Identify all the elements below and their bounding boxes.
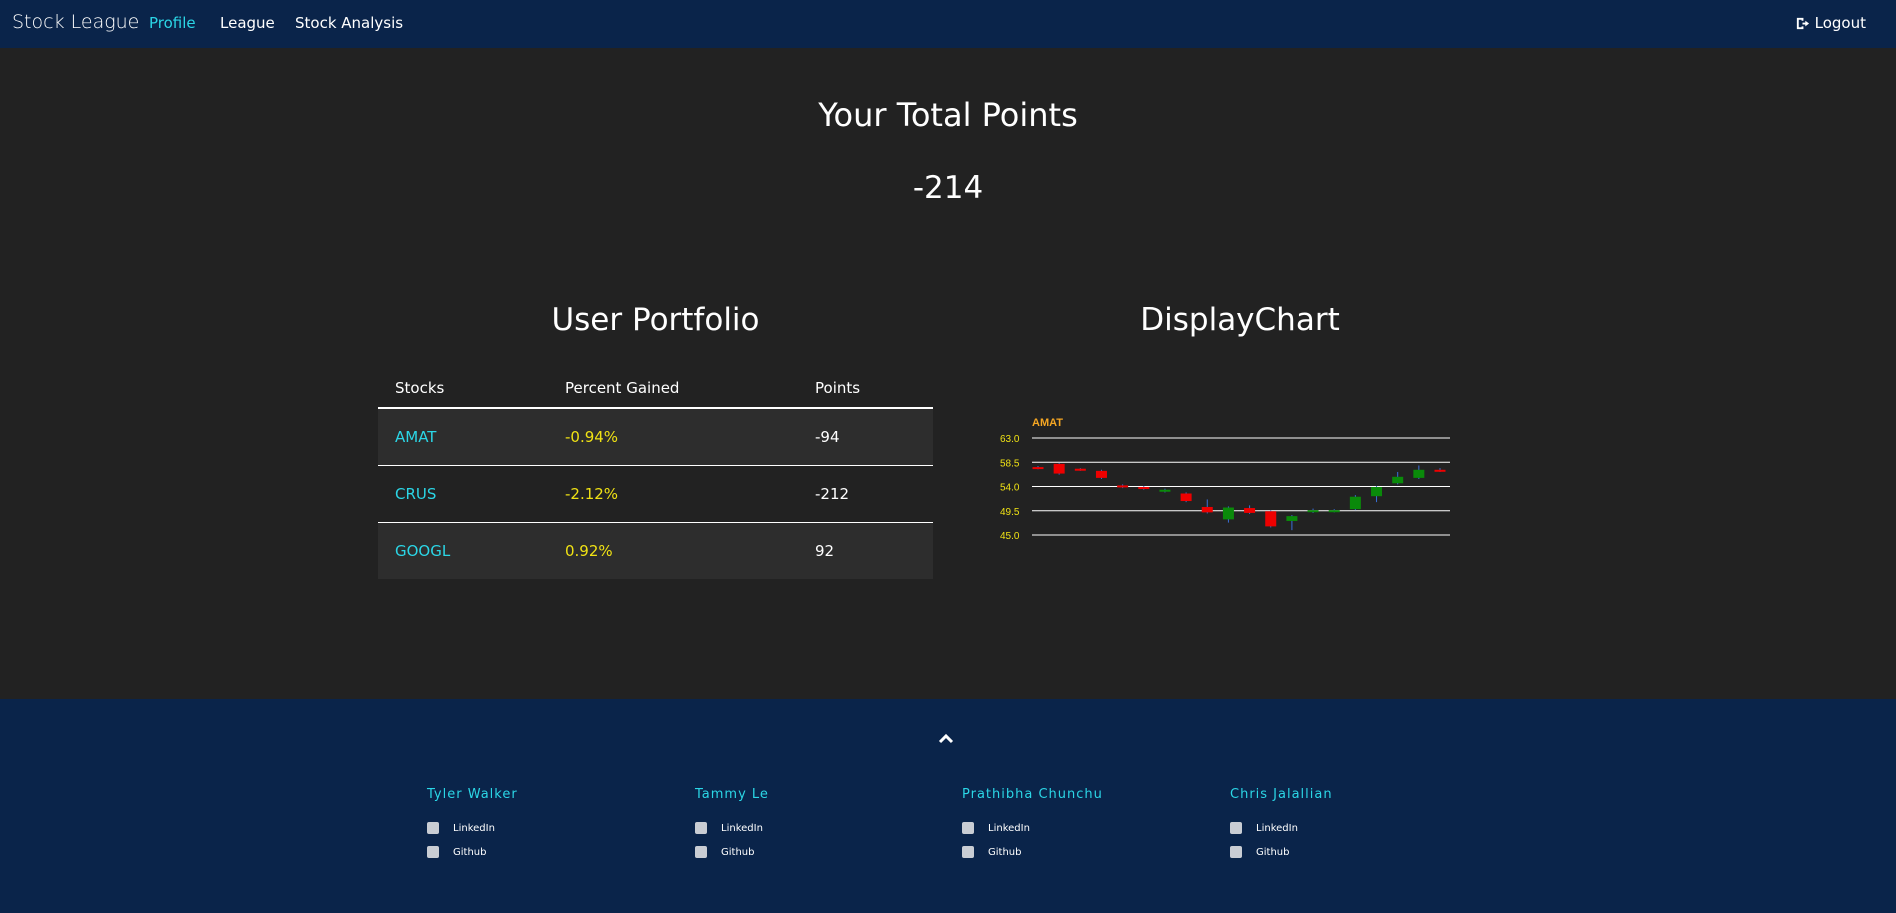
- chevron-up-icon[interactable]: [937, 731, 955, 745]
- github-link[interactable]: Github: [1230, 840, 1333, 864]
- candle-body: [1307, 510, 1319, 513]
- member-name: Prathibha Chunchu: [962, 787, 1103, 802]
- candle-body: [1371, 487, 1383, 497]
- linkedin-icon: [427, 822, 439, 834]
- team-member: Prathibha Chunchu LinkedIn Github: [962, 787, 1103, 864]
- stock-cell[interactable]: CRUS: [378, 464, 548, 522]
- y-tick-label: 54.0: [1000, 483, 1020, 494]
- candle-body: [1349, 496, 1361, 510]
- candle-body: [1138, 487, 1150, 490]
- table-row: CRUS -2.12% -212: [378, 464, 933, 522]
- member-name: Tammy Le: [695, 787, 769, 802]
- y-tick-label: 45.0: [1000, 531, 1020, 542]
- linkedin-link[interactable]: LinkedIn: [695, 816, 769, 840]
- stock-cell[interactable]: AMAT: [378, 407, 548, 465]
- chart-svg: AMAT 63.0 58.5 54.0 49.5 45.0: [1000, 417, 1450, 542]
- candle-body: [1328, 510, 1340, 513]
- linkedin-label: LinkedIn: [1256, 822, 1298, 834]
- member-name: Tyler Walker: [427, 787, 518, 802]
- github-label: Github: [453, 846, 487, 858]
- candle-body: [1286, 516, 1298, 521]
- candle-body: [1222, 507, 1234, 520]
- github-link[interactable]: Github: [427, 840, 518, 864]
- table-row: AMAT -0.94% -94: [378, 407, 933, 465]
- linkedin-label: LinkedIn: [988, 822, 1030, 834]
- linkedin-link[interactable]: LinkedIn: [962, 816, 1103, 840]
- team-member: Tammy Le LinkedIn Github: [695, 787, 769, 864]
- github-icon: [427, 846, 439, 858]
- sign-out-icon: [1796, 17, 1809, 29]
- points-cell: -212: [798, 464, 933, 522]
- footer: Tyler Walker LinkedIn Github Tammy Le Li…: [0, 699, 1896, 913]
- team-member: Chris Jalallian LinkedIn Github: [1230, 787, 1333, 864]
- github-label: Github: [721, 846, 755, 858]
- github-label: Github: [1256, 846, 1290, 858]
- candle-body: [1413, 469, 1425, 478]
- candle-body: [1053, 463, 1065, 474]
- portfolio-title: User Portfolio: [551, 302, 760, 338]
- candle-body: [1180, 493, 1192, 502]
- candle-body: [1434, 469, 1446, 472]
- team-member: Tyler Walker LinkedIn Github: [427, 787, 518, 864]
- header-points: Points: [798, 368, 933, 409]
- logout-label: Logout: [1814, 14, 1866, 32]
- y-tick-label: 63.0: [1000, 434, 1020, 445]
- candlestick-chart: AMAT 63.0 58.5 54.0 49.5 45.0: [990, 408, 1460, 548]
- candle-body: [1032, 467, 1044, 470]
- total-points-title: Your Total Points: [818, 96, 1078, 134]
- github-link[interactable]: Github: [695, 840, 769, 864]
- nav-profile-link[interactable]: Profile: [149, 14, 196, 32]
- percent-cell: -2.12%: [548, 464, 798, 522]
- y-tick-label: 58.5: [1000, 458, 1020, 469]
- github-icon: [695, 846, 707, 858]
- header-percent-gained: Percent Gained: [548, 368, 798, 409]
- linkedin-label: LinkedIn: [453, 822, 495, 834]
- nav-league-link[interactable]: League: [220, 14, 275, 32]
- candle-body: [1117, 485, 1129, 488]
- chart-title-label: AMAT: [1032, 417, 1063, 429]
- github-icon: [1230, 846, 1242, 858]
- total-points-value: -214: [912, 170, 984, 206]
- member-name: Chris Jalallian: [1230, 787, 1333, 802]
- candle-body: [1095, 470, 1107, 478]
- stock-cell[interactable]: GOOGL: [378, 521, 548, 579]
- display-chart-title: DisplayChart: [1140, 302, 1340, 338]
- header-stocks: Stocks: [378, 368, 548, 409]
- nav-stock-analysis-link[interactable]: Stock Analysis: [295, 14, 403, 32]
- linkedin-icon: [962, 822, 974, 834]
- points-cell: 92: [798, 521, 933, 579]
- percent-cell: 0.92%: [548, 521, 798, 579]
- points-cell: -94: [798, 407, 933, 465]
- candle-body: [1265, 511, 1277, 527]
- linkedin-link[interactable]: LinkedIn: [427, 816, 518, 840]
- y-tick-label: 49.5: [1000, 507, 1020, 518]
- logout-button[interactable]: Logout: [1795, 14, 1866, 32]
- github-icon: [962, 846, 974, 858]
- candle-body: [1159, 489, 1171, 492]
- linkedin-icon: [695, 822, 707, 834]
- candle-body: [1392, 476, 1404, 484]
- linkedin-label: LinkedIn: [721, 822, 763, 834]
- candle-body: [1201, 506, 1213, 513]
- table-header-row: Stocks Percent Gained Points: [378, 368, 933, 409]
- linkedin-link[interactable]: LinkedIn: [1230, 816, 1333, 840]
- percent-cell: -0.94%: [548, 407, 798, 465]
- portfolio-table: Stocks Percent Gained Points AMAT -0.94%…: [378, 368, 933, 579]
- linkedin-icon: [1230, 822, 1242, 834]
- candle-body: [1074, 468, 1086, 471]
- table-row: GOOGL 0.92% 92: [378, 521, 933, 579]
- github-link[interactable]: Github: [962, 840, 1103, 864]
- candle-body: [1244, 508, 1256, 513]
- brand-link[interactable]: Stock League: [12, 11, 139, 33]
- navbar: Stock League Profile League Stock Analys…: [0, 0, 1896, 48]
- github-label: Github: [988, 846, 1022, 858]
